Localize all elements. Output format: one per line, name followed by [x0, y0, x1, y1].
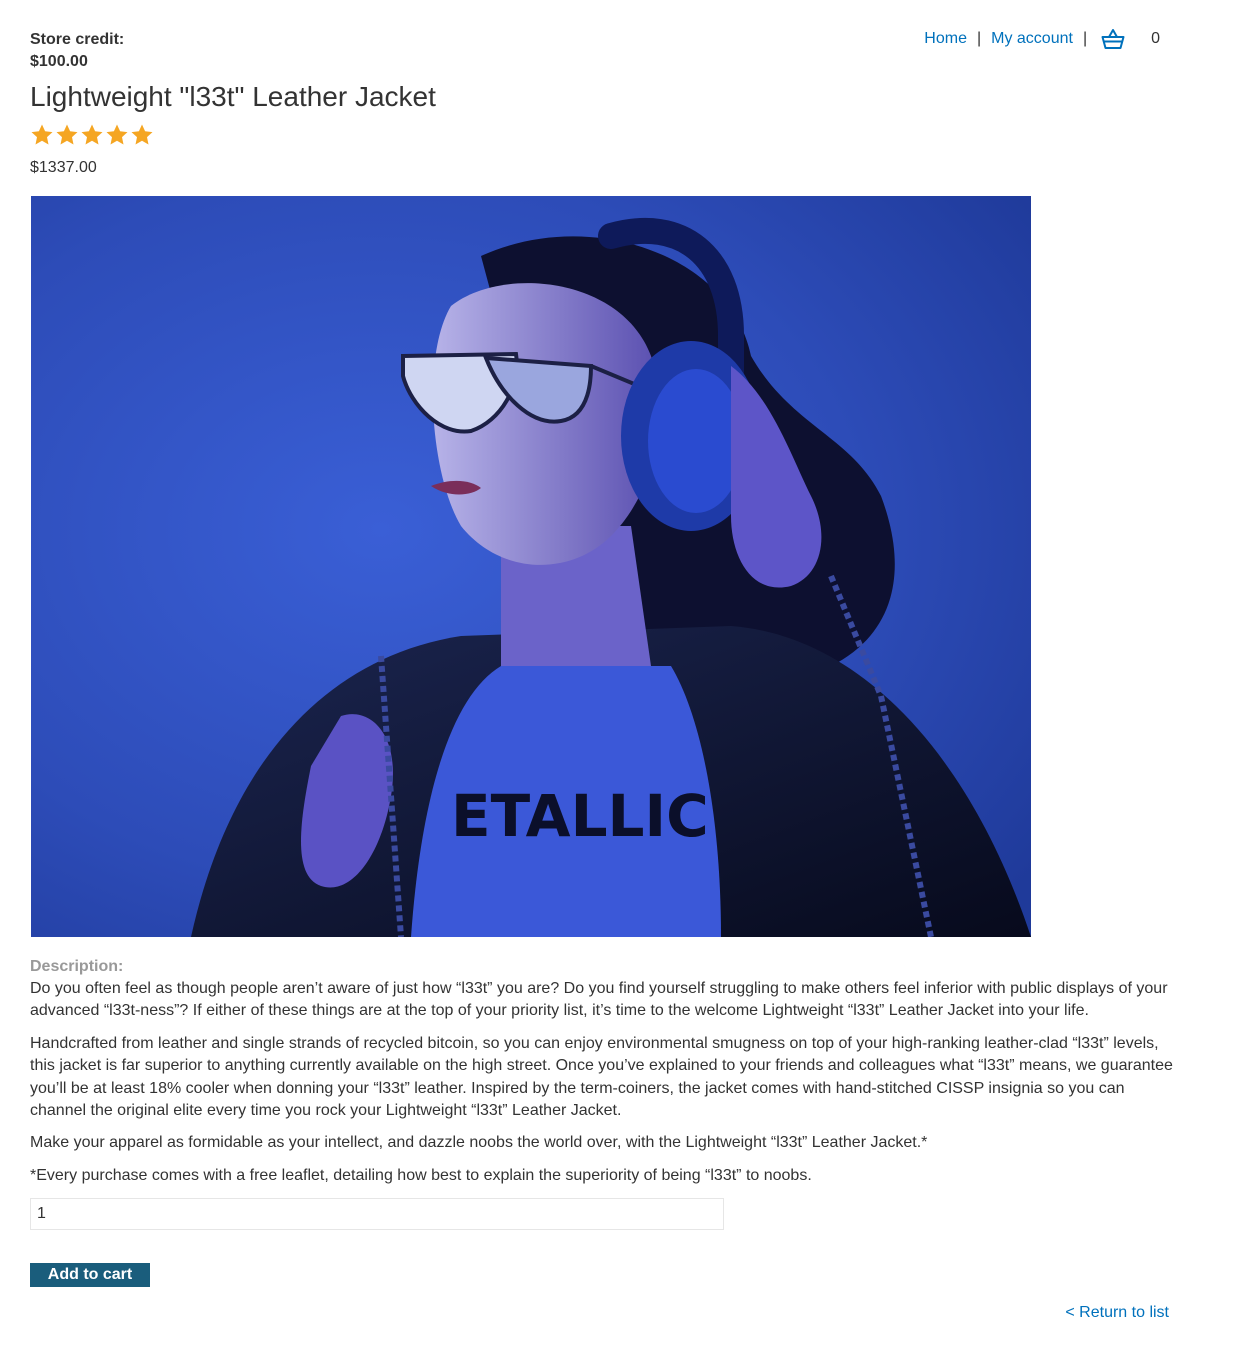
- description-paragraph: Do you often feel as though people aren’…: [30, 980, 1168, 1020]
- description-paragraph: Make your apparel as formidable as your …: [30, 1134, 928, 1152]
- star-rating: [30, 123, 154, 147]
- my-account-link[interactable]: My account: [991, 28, 1073, 50]
- return-to-list-link[interactable]: < Return to list: [1065, 1302, 1169, 1324]
- product-title: Lightweight "l33t" Leather Jacket: [30, 81, 436, 112]
- store-credit-value: $100.00: [30, 53, 88, 70]
- cart-count: 0: [1151, 30, 1160, 47]
- nav-separator: |: [1082, 30, 1088, 47]
- top-nav: Home | My account | 0: [924, 28, 1160, 50]
- product-photo: ETALLIC: [31, 196, 1031, 937]
- product-description: Do you often feel as though people aren’…: [30, 978, 1175, 1197]
- store-credit: Store credit: $100.00: [30, 29, 124, 73]
- star-icon: [106, 124, 128, 145]
- home-link[interactable]: Home: [924, 28, 967, 50]
- svg-text:ETALLIC: ETALLIC: [451, 782, 709, 850]
- basket-icon[interactable]: [1101, 28, 1125, 50]
- add-to-cart-button[interactable]: Add to cart: [30, 1263, 150, 1287]
- description-paragraph: Handcrafted from leather and single stra…: [30, 1034, 1173, 1120]
- product-page: Store credit: $100.00 Home | My account …: [0, 0, 1236, 1366]
- nav-separator: |: [976, 30, 982, 47]
- star-icon: [56, 124, 78, 145]
- description-label: Description:: [30, 958, 124, 975]
- star-icon: [81, 124, 103, 145]
- quantity-input[interactable]: [30, 1198, 724, 1230]
- product-price: $1337.00: [30, 159, 97, 176]
- store-credit-label: Store credit:: [30, 31, 125, 48]
- star-icon: [31, 124, 53, 145]
- star-icon: [131, 124, 153, 145]
- description-paragraph: *Every purchase comes with a free leafle…: [30, 1166, 812, 1184]
